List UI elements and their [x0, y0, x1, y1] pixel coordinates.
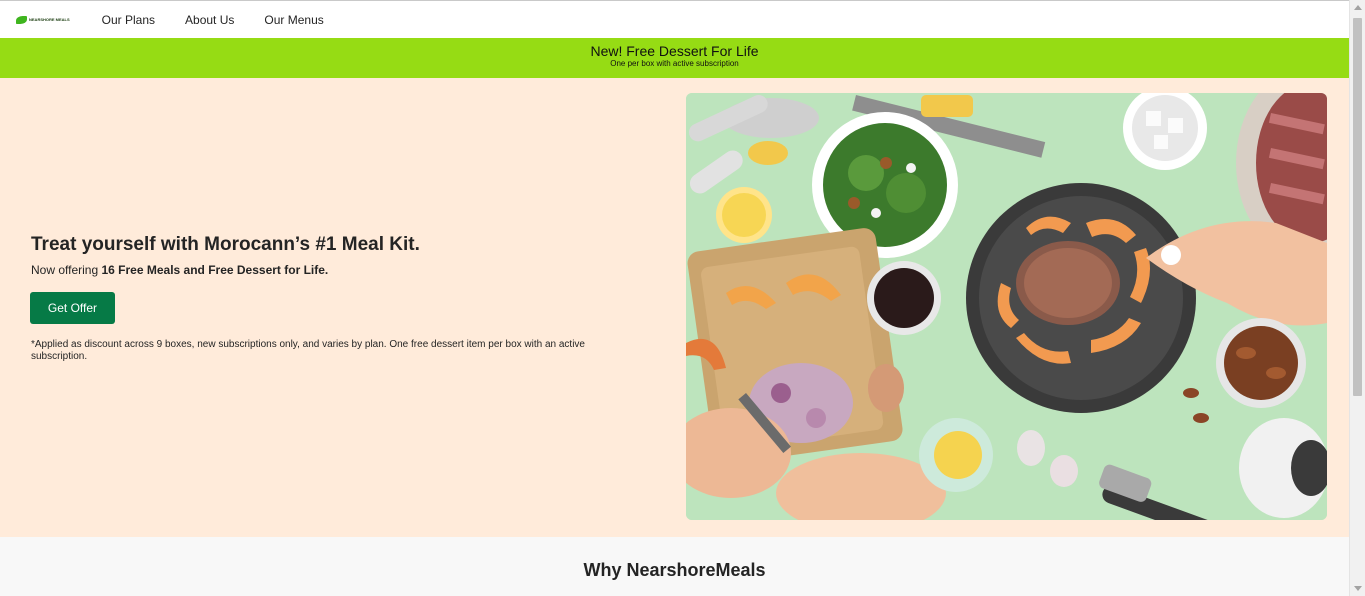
- promo-subtitle: One per box with active subscription: [610, 59, 739, 68]
- brand-logo[interactable]: NEARSHORE MEALS: [16, 15, 70, 24]
- offer-disclaimer: *Applied as discount across 9 boxes, new…: [31, 339, 585, 362]
- hero-food-illustration: [686, 93, 1327, 520]
- scrollbar-thumb[interactable]: [1353, 18, 1362, 396]
- hero-subtitle-highlight: 16 Free Meals and Free Dessert for Life.: [101, 263, 329, 277]
- nav-link-about-us[interactable]: About Us: [185, 13, 234, 27]
- logo-text: NEARSHORE MEALS: [29, 16, 70, 22]
- hero-title: Treat yourself with Morocann’s #1 Meal K…: [31, 234, 420, 255]
- scroll-down-arrow-icon[interactable]: [1354, 586, 1362, 591]
- get-offer-button[interactable]: Get Offer: [30, 292, 115, 324]
- page-scrollbar[interactable]: [1349, 0, 1365, 596]
- hero-subtitle: Now offering 16 Free Meals and Free Dess…: [31, 263, 651, 278]
- hero-text-block: Treat yourself with Morocann’s #1 Meal K…: [30, 234, 651, 363]
- nav-link-our-plans[interactable]: Our Plans: [102, 13, 155, 27]
- why-section-title: Why NearshoreMeals: [583, 560, 766, 580]
- hero-subtitle-prefix: Now offering: [31, 263, 102, 277]
- why-section: Why NearshoreMeals: [0, 537, 1349, 596]
- nav-link-our-menus[interactable]: Our Menus: [264, 13, 323, 27]
- top-navigation: NEARSHORE MEALS Our Plans About Us Our M…: [0, 0, 1349, 38]
- promo-banner[interactable]: New! Free Dessert For Life One per box w…: [0, 38, 1349, 78]
- hero-image: [686, 93, 1327, 520]
- leaf-icon: [16, 15, 27, 24]
- scroll-up-arrow-icon[interactable]: [1354, 5, 1362, 10]
- hero-section: Treat yourself with Morocann’s #1 Meal K…: [0, 78, 1349, 537]
- promo-title: New! Free Dessert For Life: [590, 43, 759, 59]
